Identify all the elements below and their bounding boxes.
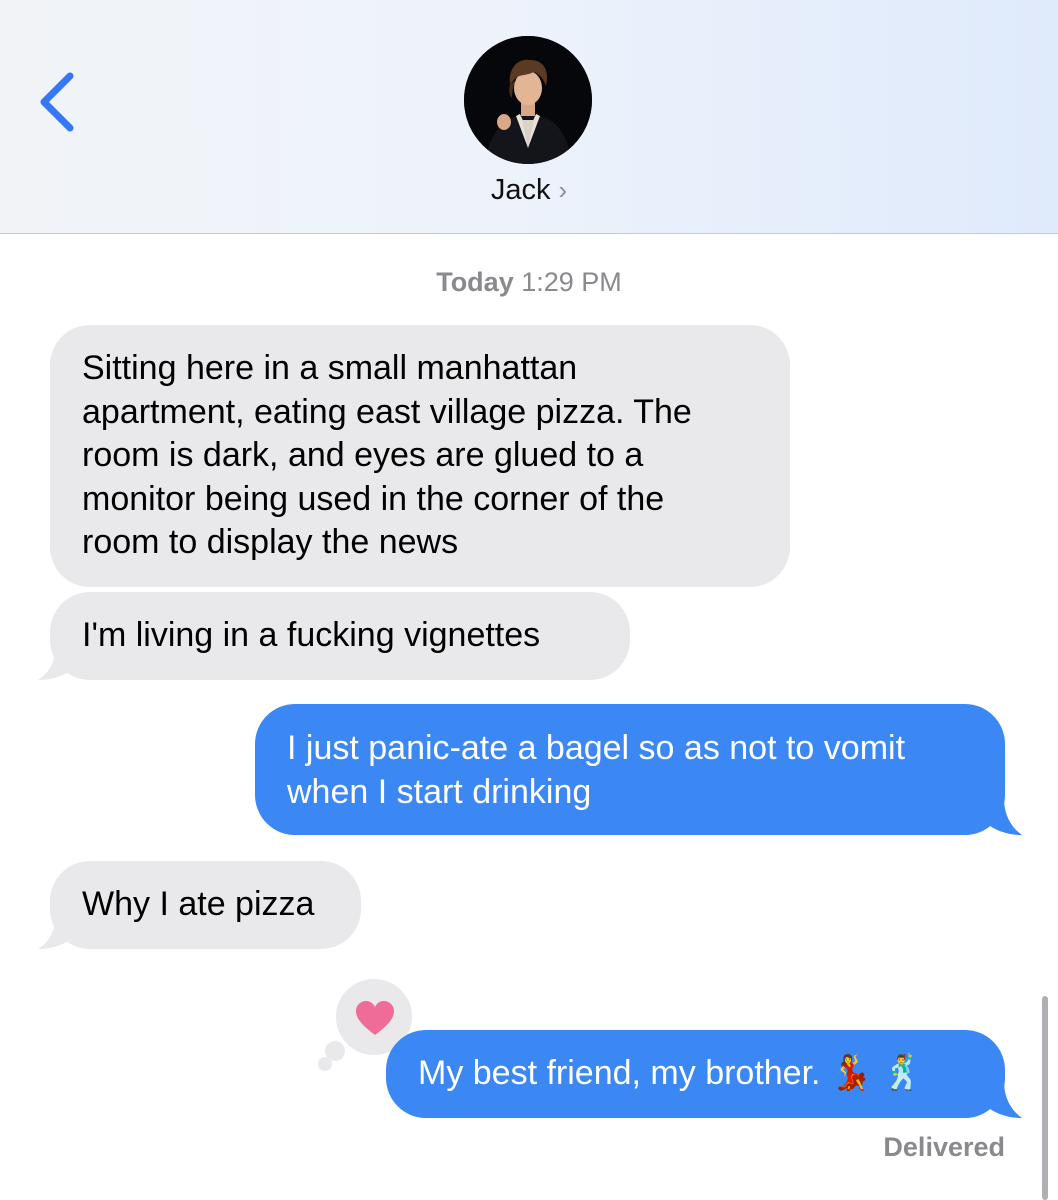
conversation-timestamp: Today 1:29 PM — [0, 267, 1058, 298]
message-line: room is dark, and eyes are glued to a — [82, 436, 644, 474]
message-line: Sitting here in a small manhattan — [82, 349, 578, 387]
message-bubble-outgoing[interactable]: My best friend, my brother. 💃 🕺 — [386, 1030, 1005, 1118]
message-line: room to display the news — [82, 523, 459, 561]
message-bubble-outgoing[interactable]: I just panic-ate a bagel so as not to vo… — [255, 704, 1005, 835]
conversation-header: Jack › — [0, 0, 1058, 234]
message-line: I just panic-ate a bagel so as not to vo… — [287, 729, 906, 767]
timestamp-day: Today — [436, 267, 514, 297]
dancer-emoji: 💃 🕺 — [829, 1054, 925, 1092]
delivery-status: Delivered — [883, 1132, 1005, 1162]
message-bubble-incoming[interactable]: Sitting here in a small manhattan apartm… — [50, 325, 790, 587]
chevron-left-icon — [40, 72, 74, 132]
message-text: My best friend, my brother. — [418, 1054, 821, 1092]
avatar[interactable] — [464, 36, 592, 164]
timestamp-time: 1:29 PM — [521, 267, 622, 297]
contact-avatar-photo — [464, 36, 592, 164]
bubble-tail-incoming — [38, 913, 74, 949]
contact-name: Jack — [490, 174, 551, 206]
message-bubble-incoming[interactable]: Why I ate pizza — [50, 861, 361, 949]
message-line: Why I ate pizza — [82, 885, 315, 923]
message-line: I'm living in a fucking vignettes — [82, 616, 541, 654]
message-bubble-incoming[interactable]: I'm living in a fucking vignettes — [50, 592, 630, 680]
bubble-tail-incoming — [38, 644, 74, 680]
message-line: monitor being used in the corner of the — [82, 479, 665, 518]
chevron-right-icon: › — [558, 175, 568, 205]
heart-icon — [356, 1001, 394, 1035]
message-line: apartment, eating east village pizza. Th… — [82, 392, 692, 431]
bubble-tail-outgoing — [986, 1081, 1022, 1118]
scrollbar[interactable] — [1042, 996, 1048, 1200]
back-button[interactable] — [30, 62, 90, 142]
bubble-tail-outgoing — [986, 798, 1022, 835]
contact-name-button[interactable]: Jack › — [0, 174, 1058, 207]
message-line: when I start drinking — [287, 772, 592, 811]
